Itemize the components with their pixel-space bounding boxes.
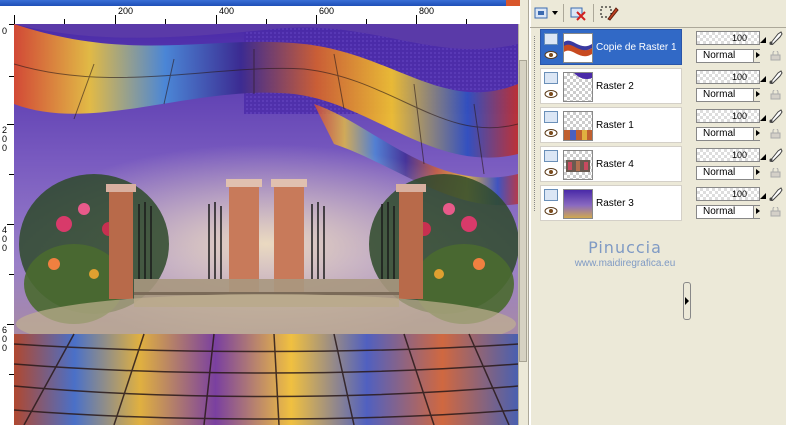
dropdown-arrow-icon <box>551 11 558 15</box>
blend-mode-select[interactable]: Normal <box>696 205 760 219</box>
layer-thumbnail <box>563 33 593 63</box>
eye-icon[interactable] <box>544 89 558 99</box>
scrollbar-thumb[interactable] <box>519 60 527 362</box>
ruler-label-800: 800 <box>419 6 435 16</box>
layer-name: Raster 4 <box>596 159 634 170</box>
watermark: Pinuccia www.maidiregrafica.eu <box>560 238 690 269</box>
blend-mode-select[interactable]: Normal <box>696 166 760 180</box>
brush-icon[interactable] <box>768 70 784 84</box>
ruler-label-400-d3: 0 <box>2 243 8 253</box>
brush-icon[interactable] <box>768 109 784 123</box>
vertical-ruler: 0 2 0 0 4 0 0 6 0 0 <box>0 24 15 425</box>
layer-visibility-toggle-icon[interactable] <box>544 33 558 45</box>
opacity-spin-icon[interactable] <box>760 70 766 84</box>
brush-icon[interactable] <box>768 148 784 162</box>
blend-mode-select[interactable]: Normal <box>696 49 760 63</box>
delete-layer-icon <box>570 7 586 21</box>
layer-thumbnail <box>563 150 593 180</box>
new-layer-dropdown[interactable] <box>551 2 559 24</box>
layer-visibility-toggle-icon[interactable] <box>544 189 558 201</box>
ruler-label-400: 400 <box>219 6 235 16</box>
opacity-spin-icon[interactable] <box>760 187 766 201</box>
new-layer-button[interactable] <box>532 2 552 24</box>
opacity-field[interactable]: 100 <box>696 70 760 84</box>
blend-mode-arrow[interactable] <box>753 89 763 101</box>
horizontal-ruler: 200 400 600 800 <box>0 6 520 25</box>
layer-name: Raster 3 <box>596 198 634 209</box>
panel-expander-button[interactable] <box>683 282 691 320</box>
eye-icon[interactable] <box>544 167 558 177</box>
eye-icon[interactable] <box>544 50 558 60</box>
brush-icon[interactable] <box>768 31 784 45</box>
blend-mode-arrow[interactable] <box>753 128 763 140</box>
image-canvas[interactable] <box>14 24 518 425</box>
delete-layer-button[interactable] <box>568 2 588 24</box>
opacity-field[interactable]: 100 <box>696 109 760 123</box>
new-layer-icon <box>534 7 548 19</box>
lock-transparency-icon[interactable] <box>770 129 782 139</box>
triangle-right-icon <box>685 297 689 305</box>
layer-thumbnail <box>563 189 593 219</box>
opacity-spin-icon[interactable] <box>760 109 766 123</box>
ruler-label-600-d3: 0 <box>2 343 8 353</box>
layer-thumbnail <box>563 72 593 102</box>
lock-transparency-icon[interactable] <box>770 207 782 217</box>
layer-row-raster-3[interactable]: Raster 3 <box>540 185 682 221</box>
lock-transparency-icon[interactable] <box>770 90 782 100</box>
panel-divider <box>528 0 531 425</box>
layer-name: Raster 1 <box>596 120 634 131</box>
layer-row-raster-2[interactable]: Raster 2 <box>540 68 682 104</box>
layer-properties-row: 100 Normal <box>694 146 786 182</box>
opacity-field[interactable]: 100 <box>696 187 760 201</box>
triangle-right-icon <box>756 52 760 58</box>
eye-icon[interactable] <box>544 206 558 216</box>
layer-properties-row: 100 Normal <box>694 107 786 143</box>
triangle-right-icon <box>756 169 760 175</box>
eye-icon[interactable] <box>544 128 558 138</box>
watermark-url: www.maidiregrafica.eu <box>574 258 676 269</box>
layer-properties-row: 100 Normal <box>694 185 786 221</box>
triangle-right-icon <box>756 130 760 136</box>
brush-icon[interactable] <box>768 187 784 201</box>
triangle-right-icon <box>756 91 760 97</box>
opacity-spin-icon[interactable] <box>760 31 766 45</box>
layer-thumbnail <box>563 111 593 141</box>
layer-visibility-toggle-icon[interactable] <box>544 111 558 123</box>
lock-transparency-icon[interactable] <box>770 51 782 61</box>
layer-name: Raster 2 <box>596 81 634 92</box>
layer-row-raster-4[interactable]: Raster 4 <box>540 146 682 182</box>
blend-mode-select[interactable]: Normal <box>696 88 760 102</box>
layer-name: Copie de Raster 1 <box>596 42 677 53</box>
watermark-name: Pinuccia <box>588 238 662 257</box>
ruler-label-600: 600 <box>319 6 335 16</box>
blend-mode-select[interactable]: Normal <box>696 127 760 141</box>
ruler-label-200-d3: 0 <box>2 143 8 153</box>
blend-mode-arrow[interactable] <box>753 167 763 179</box>
triangle-right-icon <box>756 208 760 214</box>
layer-properties-row: 100 Normal <box>694 68 786 104</box>
layer-row-raster-1[interactable]: Raster 1 <box>540 107 682 143</box>
layer-row-copie-de-raster-1[interactable]: Copie de Raster 1 <box>540 29 682 65</box>
ruler-label-0: 0 <box>2 26 8 36</box>
layer-visibility-toggle-icon[interactable] <box>544 150 558 162</box>
blend-mode-arrow[interactable] <box>753 50 763 62</box>
opacity-spin-icon[interactable] <box>760 148 766 162</box>
opacity-field[interactable]: 100 <box>696 31 760 45</box>
layer-visibility-toggle-icon[interactable] <box>544 72 558 84</box>
opacity-field[interactable]: 100 <box>696 148 760 162</box>
lock-transparency-icon[interactable] <box>770 168 782 178</box>
ruler-label-200: 200 <box>118 6 134 16</box>
edit-selection-icon <box>600 6 619 21</box>
blend-mode-arrow[interactable] <box>753 206 763 218</box>
edit-selection-button[interactable] <box>598 2 620 24</box>
canvas-artwork <box>14 24 518 425</box>
layer-properties-row: 100 Normal <box>694 29 786 65</box>
